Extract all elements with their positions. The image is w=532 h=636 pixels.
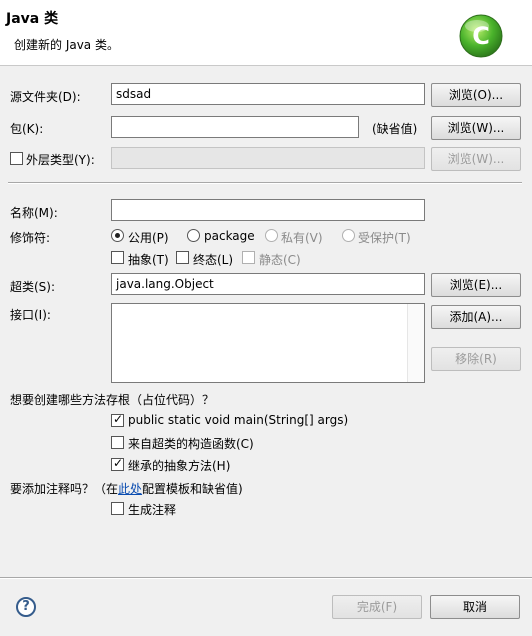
package-label: 包(K): <box>10 122 44 136</box>
cancel-button[interactable]: 取消 <box>430 595 520 619</box>
abstract-checkbox[interactable] <box>111 251 124 264</box>
enclosing-type-label: 外层类型(Y): <box>26 153 95 167</box>
superclass-label: 超类(S): <box>10 280 56 294</box>
package-radio[interactable] <box>187 229 200 242</box>
browse-package-button[interactable]: 浏览(W)... <box>431 116 521 140</box>
superclass-input[interactable]: java.lang.Object <box>111 273 425 295</box>
protected-radio <box>342 229 355 242</box>
package-input[interactable] <box>111 116 359 138</box>
inherited-abstract-methods-label: 继承的抽象方法(H) <box>128 459 231 473</box>
static-checkbox <box>242 251 255 264</box>
method-stubs-question: 想要创建哪些方法存根（占位代码）？ <box>10 393 215 407</box>
comments-question: 要添加注释吗？（在此处配置模板和缺省值) <box>10 482 243 496</box>
logo-letter: C <box>472 22 490 50</box>
main-method-label: public static void main(String[] args) <box>128 413 349 427</box>
browse-enclosing-type-button: 浏览(W)... <box>431 147 521 171</box>
dialog-header: Java 类 创建新的 Java 类。 C <box>0 0 532 66</box>
public-radio[interactable] <box>111 229 124 242</box>
superclass-constructors-checkbox[interactable] <box>111 436 124 449</box>
modifiers-label: 修饰符: <box>10 231 51 245</box>
public-radio-label: 公用(P) <box>128 231 169 245</box>
class-name-input[interactable] <box>111 199 425 221</box>
enclosing-type-checkbox[interactable] <box>10 152 23 165</box>
name-label: 名称(M): <box>10 206 58 220</box>
abstract-checkbox-label: 抽象(T) <box>128 253 169 267</box>
browse-source-folder-button[interactable]: 浏览(O)... <box>431 83 521 107</box>
generate-comments-checkbox[interactable] <box>111 502 124 515</box>
generate-comments-label: 生成注释 <box>128 503 177 517</box>
source-folder-label: 源文件夹(D): <box>10 90 81 104</box>
browse-superclass-button[interactable]: 浏览(E)... <box>431 273 521 297</box>
help-icon[interactable]: ? <box>16 597 36 617</box>
configure-templates-link[interactable]: 此处 <box>118 482 142 496</box>
source-folder-input[interactable]: sdsad <box>111 83 425 105</box>
package-radio-label: package <box>204 229 255 243</box>
dialog-subtitle: 创建新的 Java 类。 <box>14 38 119 52</box>
footer-divider <box>0 577 532 579</box>
interfaces-label: 接口(I): <box>10 308 51 322</box>
dialog-title: Java 类 <box>6 11 59 27</box>
inherited-abstract-methods-checkbox[interactable]: ✓ <box>111 456 124 471</box>
static-checkbox-label: 静态(C) <box>259 253 301 267</box>
superclass-constructors-label: 来自超类的构造函数(C) <box>128 437 254 451</box>
enclosing-type-input <box>111 147 425 169</box>
final-checkbox[interactable] <box>176 251 189 264</box>
remove-interface-button: 移除(R) <box>431 347 521 371</box>
finish-button: 完成(F) <box>332 595 422 619</box>
final-checkbox-label: 终态(L) <box>193 253 234 267</box>
interfaces-list-scrollbar[interactable] <box>407 304 424 382</box>
interfaces-list[interactable] <box>111 303 425 383</box>
private-radio-label: 私有(V) <box>281 231 323 245</box>
package-default-hint: (缺省值) <box>372 122 418 136</box>
private-radio <box>265 229 278 242</box>
main-method-checkbox[interactable]: ✓ <box>111 412 124 427</box>
java-class-logo-icon: C <box>458 13 504 59</box>
protected-radio-label: 受保护(T) <box>358 231 411 245</box>
add-interface-button[interactable]: 添加(A)... <box>431 305 521 329</box>
section-divider <box>8 182 522 184</box>
